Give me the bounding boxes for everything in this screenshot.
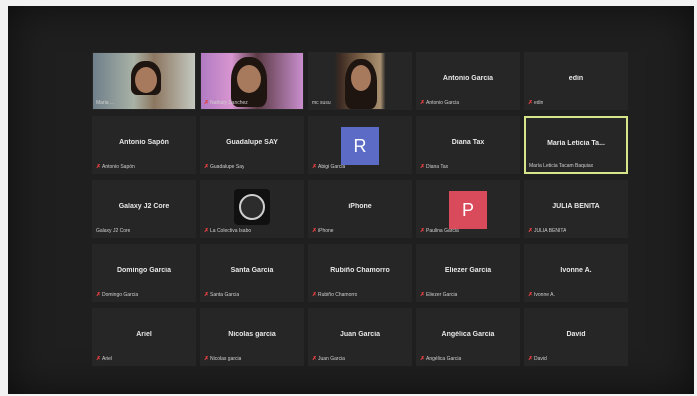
participant-tile[interactable]: Domingo Garcia ✗ Domingo Garcia xyxy=(92,244,196,302)
participant-tile[interactable]: Guadalupe SAY ✗ Guadalupe Say xyxy=(200,116,304,174)
participant-name: Antonio Garcia xyxy=(442,75,494,82)
participant-tile[interactable]: Angélica Garcia ✗ Angélica Garcia xyxy=(416,308,520,366)
participant-tile[interactable]: Ariel ✗ Ariel xyxy=(92,308,196,366)
participant-tile[interactable]: ✗ La Colectiva Isabo xyxy=(200,180,304,238)
participant-label: ✗ Nathaly Sanchez xyxy=(204,100,248,106)
participant-name: Galaxy J2 Core xyxy=(118,203,170,210)
mic-muted-icon: ✗ xyxy=(312,292,318,298)
mic-muted-icon: ✗ xyxy=(420,292,426,298)
mic-muted-icon: ✗ xyxy=(96,164,102,170)
participant-name: Diana Tax xyxy=(451,139,485,146)
avatar: R xyxy=(341,127,379,165)
participant-name: Eliezer Garcia xyxy=(444,267,492,274)
participant-tile[interactable]: P ✗ Paulina Garcia xyxy=(416,180,520,238)
mic-muted-icon: ✗ xyxy=(312,356,318,362)
participant-tile[interactable]: Antonio Sapón ✗ Antonio Sapón xyxy=(92,116,196,174)
participant-name: iPhone xyxy=(348,203,372,210)
participant-label: ✗ Eliezer Garcia xyxy=(420,292,458,298)
mic-muted-icon: ✗ xyxy=(528,356,534,362)
mic-muted-icon: ✗ xyxy=(96,356,102,362)
avatar: P xyxy=(449,191,487,229)
mic-muted-icon: ✗ xyxy=(204,228,210,234)
mic-muted-icon: ✗ xyxy=(528,228,534,234)
participant-label: ✗ Abigi Garcia xyxy=(312,164,346,170)
participant-label: ✗ edin xyxy=(528,100,544,106)
participant-name: Guadalupe SAY xyxy=(226,139,278,146)
mic-muted-icon: ✗ xyxy=(204,164,210,170)
participant-name: David xyxy=(566,331,586,338)
mic-muted-icon: ✗ xyxy=(528,292,534,298)
participant-name: Domingo Garcia xyxy=(116,267,172,274)
participant-label: ✗ Antonio Sapón xyxy=(96,164,135,170)
participant-label: ✗ Diana Tax xyxy=(420,164,449,170)
participant-name: Santa Garcia xyxy=(230,267,274,274)
participant-label: ✗ Ivonne A. xyxy=(528,292,555,298)
participant-name: Antonio Sapón xyxy=(119,139,169,146)
participant-name: JULIA BENITA xyxy=(552,203,600,210)
participant-name: Angélica Garcia xyxy=(441,331,495,338)
participant-name: Rubiño Chamorro xyxy=(330,267,390,274)
participant-tile[interactable]: JULIA BENITA ✗ JULIA BENITA xyxy=(524,180,628,238)
participant-tile[interactable]: David ✗ David xyxy=(524,308,628,366)
mic-muted-icon: ✗ xyxy=(96,292,102,298)
participant-label: ✗ Angélica Garcia xyxy=(420,356,462,362)
mic-muted-icon: ✗ xyxy=(312,164,318,170)
participant-label: ✗ Domingo Garcia xyxy=(96,292,139,298)
participant-label: ✗ Juan Garcia xyxy=(312,356,345,362)
participant-name: edin xyxy=(568,75,584,82)
meeting-screen: Maria ... ✗ Nathaly Sanchez mc susu Anton… xyxy=(8,6,694,394)
participant-label: ✗ Rubiño Chamorro xyxy=(312,292,358,298)
participant-tile[interactable]: R ✗ Abigi Garcia xyxy=(308,116,412,174)
mic-muted-icon: ✗ xyxy=(528,100,534,106)
mic-muted-icon: ✗ xyxy=(204,100,210,106)
participant-label: ✗ Nicolas garcia xyxy=(204,356,242,362)
participant-label: Galaxy J2 Core xyxy=(96,228,131,234)
participant-tile[interactable]: mc susu xyxy=(308,52,412,110)
mic-muted-icon: ✗ xyxy=(204,356,210,362)
participant-tile[interactable]: Diana Tax ✗ Diana Tax xyxy=(416,116,520,174)
participant-tile[interactable]: Maria ... xyxy=(92,52,196,110)
participant-tile[interactable]: Nicolas garcia ✗ Nicolas garcia xyxy=(200,308,304,366)
participant-tile[interactable]: ✗ Nathaly Sanchez xyxy=(200,52,304,110)
participant-label: ✗ JULIA BENITA xyxy=(528,228,567,234)
participant-label: ✗ Ariel xyxy=(96,356,113,362)
participant-tile[interactable]: iPhone ✗ iPhone xyxy=(308,180,412,238)
participant-name: Ivonne A. xyxy=(560,267,592,274)
participant-name: Ariel xyxy=(136,331,152,338)
participant-label: ✗ Santa Garcia xyxy=(204,292,240,298)
participant-tile[interactable]: Santa Garcia ✗ Santa Garcia xyxy=(200,244,304,302)
participant-label: María Leticia Tacam Baquiax xyxy=(529,163,594,169)
participant-tile[interactable]: Rubiño Chamorro ✗ Rubiño Chamorro xyxy=(308,244,412,302)
participant-label: Maria ... xyxy=(96,100,115,106)
participant-label: ✗ Paulina Garcia xyxy=(420,228,459,234)
active-speaker-tile[interactable]: María Leticia Ta... María Leticia Tacam … xyxy=(524,116,628,174)
mic-muted-icon: ✗ xyxy=(204,292,210,298)
participant-label: ✗ Guadalupe Say xyxy=(204,164,245,170)
mic-muted-icon: ✗ xyxy=(420,100,426,106)
participant-name: Nicolas garcia xyxy=(228,331,276,338)
participant-tile[interactable]: edin ✗ edin xyxy=(524,52,628,110)
mic-muted-icon: ✗ xyxy=(312,228,318,234)
participant-label: ✗ La Colectiva Isabo xyxy=(204,228,252,234)
participant-tile[interactable]: Ivonne A. ✗ Ivonne A. xyxy=(524,244,628,302)
participant-label: ✗ David xyxy=(528,356,547,362)
participant-name: Juan Garcia xyxy=(339,331,381,338)
mic-muted-icon: ✗ xyxy=(420,356,426,362)
profile-logo-icon xyxy=(234,189,270,225)
participant-label: mc susu xyxy=(312,100,331,106)
participant-tile[interactable]: Eliezer Garcia ✗ Eliezer Garcia xyxy=(416,244,520,302)
mic-muted-icon: ✗ xyxy=(420,164,426,170)
participant-grid: Maria ... ✗ Nathaly Sanchez mc susu Anton… xyxy=(92,52,628,366)
participant-label: ✗ Antonio Garcia xyxy=(420,100,460,106)
participant-tile[interactable]: Juan Garcia ✗ Juan Garcia xyxy=(308,308,412,366)
participant-label: ✗ iPhone xyxy=(312,228,334,234)
mic-muted-icon: ✗ xyxy=(420,228,426,234)
participant-tile[interactable]: Antonio Garcia ✗ Antonio Garcia xyxy=(416,52,520,110)
participant-name: María Leticia Ta... xyxy=(547,140,605,147)
participant-tile[interactable]: Galaxy J2 Core Galaxy J2 Core xyxy=(92,180,196,238)
